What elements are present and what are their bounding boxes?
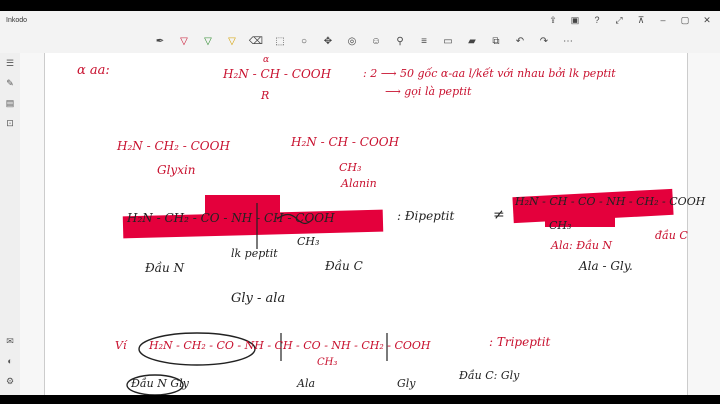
- note-alpha-mark: α: [263, 55, 270, 65]
- note-gly-ala: Gly - ala: [231, 291, 286, 306]
- share-icon[interactable]: ⇪: [544, 11, 562, 29]
- zoom-icon[interactable]: ⚲: [390, 31, 410, 51]
- page-icon[interactable]: ▭: [438, 31, 458, 51]
- window-title: Inkodo: [6, 16, 28, 24]
- note-alt-c-terminal: đầu C: [655, 229, 688, 242]
- lasso-select-icon[interactable]: ⬚: [270, 31, 290, 51]
- note-page[interactable]: α aa: α H₂N - CH - COOH R : 2 ⟶ 50 gốc α…: [44, 53, 705, 395]
- laser-pointer-icon[interactable]: ◎: [342, 31, 362, 51]
- shape-circle-icon[interactable]: ○: [294, 31, 314, 51]
- note-dipeptide-ch3: CH₃: [297, 235, 320, 248]
- pan-icon[interactable]: ✥: [318, 31, 338, 51]
- save-icon[interactable]: ▣: [566, 11, 584, 29]
- note-tripeptide-formula: H₂N - CH₂ - CO - NH - CH - CO - NH - CH₂…: [149, 339, 431, 352]
- note-alanine-formula: H₂N - CH - COOH: [291, 135, 400, 149]
- note-tripeptide-label: : Tripeptit: [489, 335, 551, 349]
- redo-icon[interactable]: ↷: [534, 31, 554, 51]
- note-dipeptide-formula: H₂N - CH₂ - CO - NH - CH - COOH: [127, 211, 335, 225]
- note-tri-n: Đầu N Gly: [131, 377, 189, 390]
- fullscreen-icon[interactable]: ⤢: [610, 11, 628, 29]
- toolbar: ✒ ▽ ▽ ▽ ⌫ ⬚ ○ ✥ ◎ ☺ ⚲ ≡ ▭ ▰ ⧉ ↶ ↷ ⋯: [0, 29, 720, 54]
- pages-icon[interactable]: ▤: [0, 93, 20, 113]
- pen-red-icon[interactable]: ▽: [174, 31, 194, 51]
- more-icon[interactable]: ⋯: [558, 31, 578, 51]
- canvas-area[interactable]: α aa: α H₂N - CH - COOH R : 2 ⟶ 50 gốc α…: [20, 53, 720, 395]
- pen-tool-icon[interactable]: ✎: [0, 73, 20, 93]
- pen-green-icon[interactable]: ▽: [198, 31, 218, 51]
- note-alt-formula: H₂N - CH - CO - NH - CH₂ - COOH: [515, 195, 706, 208]
- insert-image-icon[interactable]: ▰: [462, 31, 482, 51]
- copy-icon[interactable]: ⧉: [486, 31, 506, 51]
- pin-icon[interactable]: ⊼: [632, 11, 650, 29]
- feedback-icon[interactable]: ✉: [0, 331, 20, 351]
- note-alt-ch3: CH₃: [549, 219, 572, 232]
- note-ala-n-terminal: Ala: Đầu N: [551, 239, 613, 252]
- note-tri-ala: Ala: [297, 377, 316, 390]
- note-formation-rule: : 2 ⟶ 50 gốc α-aa l/kết với nhau bởi lk …: [363, 67, 616, 80]
- note-tri-c: Đầu C: Gly: [459, 369, 520, 382]
- note-dipeptide-label: : Đipeptit: [397, 209, 455, 223]
- minimize-button[interactable]: –: [654, 11, 672, 29]
- note-c-terminal: Đầu C: [325, 259, 363, 273]
- help-icon[interactable]: ?: [588, 11, 606, 29]
- note-alanine-ch3: CH₃: [339, 161, 362, 174]
- note-called-peptide: ⟶ gọi là peptit: [385, 85, 472, 98]
- note-not-equal: ≠: [493, 207, 505, 223]
- settings-icon[interactable]: ⚙: [0, 371, 20, 391]
- left-sidebar: ☰ ✎ ▤ ⊡ ✉ ◐ ⚙: [0, 53, 21, 395]
- note-r-group: R: [261, 89, 270, 102]
- note-ala-gly: Ala - Gly.: [579, 259, 633, 273]
- eraser-icon[interactable]: ⌫: [246, 31, 266, 51]
- note-alanine-name: Alanin: [341, 177, 377, 190]
- theme-icon[interactable]: ◐: [0, 351, 20, 371]
- bookmark-icon[interactable]: ⊡: [0, 113, 20, 133]
- note-peptide-bond-label: lk peptit: [231, 247, 278, 260]
- note-alpha-label: α aa:: [77, 63, 110, 78]
- highlighter-icon[interactable]: ▽: [222, 31, 242, 51]
- note-tripeptide-ch3: CH₃: [317, 357, 338, 368]
- note-tri-gly: Gly: [397, 377, 416, 390]
- text-format-icon[interactable]: ≡: [414, 31, 434, 51]
- note-structure-top: H₂N - CH - COOH: [223, 67, 332, 81]
- emoji-icon[interactable]: ☺: [366, 31, 386, 51]
- maximize-button[interactable]: ▢: [676, 11, 694, 29]
- note-glycine-name: Glyxin: [157, 163, 196, 177]
- pen-black-icon[interactable]: ✒: [150, 31, 170, 51]
- title-bar: Inkodo ⇪ ▣ ? ⤢ ⊼ – ▢ ✕: [0, 11, 720, 29]
- undo-icon[interactable]: ↶: [510, 31, 530, 51]
- note-example-mark: Ví: [115, 339, 127, 352]
- note-glycine-formula: H₂N - CH₂ - COOH: [117, 139, 230, 153]
- close-button[interactable]: ✕: [698, 11, 716, 29]
- menu-icon[interactable]: ☰: [0, 53, 20, 73]
- note-n-terminal: Đầu N: [145, 261, 185, 275]
